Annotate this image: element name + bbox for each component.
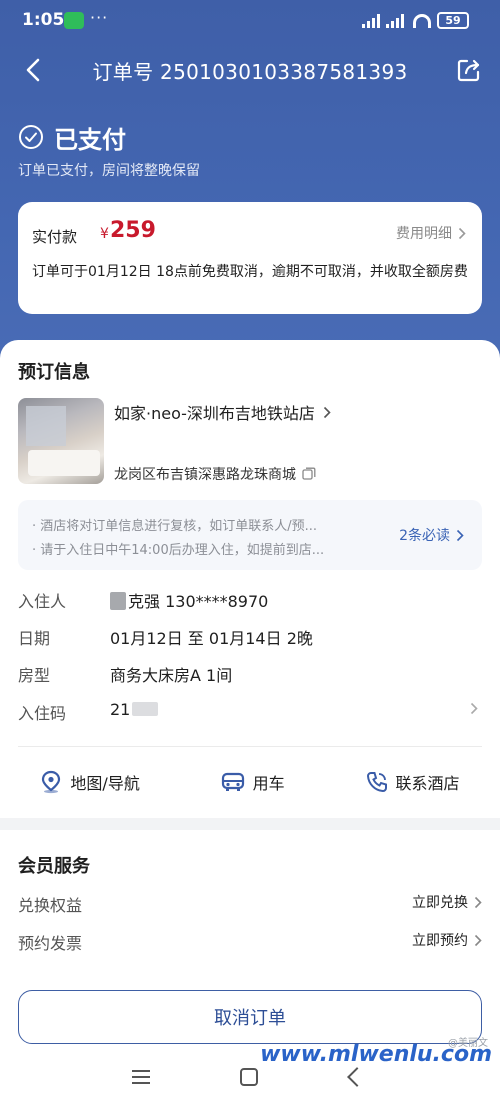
divider [18, 746, 482, 747]
checkin-code-value: 21 [110, 700, 131, 719]
invoice-row[interactable]: 预约发票 立即预约 [18, 930, 482, 954]
quick-actions: 地图/导航 用车 联系酒店 [0, 764, 500, 800]
room-type-value: 商务大床房A 1间 [110, 666, 233, 685]
nav-bar: 订单号 2501030103387581393 [0, 48, 500, 92]
chevron-right-icon [323, 406, 331, 418]
checkin-code-label: 入住码 [18, 704, 67, 723]
room-type-label: 房型 [18, 666, 51, 685]
copy-icon[interactable] [302, 467, 316, 481]
wifi-icon [413, 14, 431, 28]
room-type-row: 房型 商务大床房A 1间 [18, 662, 482, 686]
signal-icon [362, 14, 380, 28]
share-icon[interactable] [455, 56, 483, 84]
payment-card: 实付款 ¥ 259 费用明细 订单可于01月12日 18点前免费取消，逾期不可取… [18, 202, 482, 314]
page-title: 订单号 2501030103387581393 [92, 60, 408, 84]
paid-amount: 259 [110, 218, 156, 243]
section-title-member: 会员服务 [18, 856, 90, 877]
hotel-address-row[interactable]: 龙岗区布吉镇深惠路龙珠商城 [114, 464, 316, 484]
book-invoice-label: 立即预约 [412, 933, 468, 949]
notice-line: · 请于入住日中午14:00后办理入住，如提前到店... [32, 543, 325, 558]
bottom-action-bar: 取消订单 @美丽文 www.mlwenlu.com [0, 968, 500, 1094]
home-icon[interactable] [240, 1068, 258, 1086]
date-row: 日期 01月12日 至 01月14日 2晚 [18, 625, 482, 649]
booking-info-card: 预订信息 如家·neo-深圳布吉地铁站店 龙岗区布吉镇深惠路龙珠商城 · 酒店将… [0, 340, 500, 818]
recent-apps-icon[interactable] [132, 1070, 150, 1084]
status-title: 已支付 [54, 125, 126, 154]
phone-icon [366, 772, 387, 793]
map-navigation-button[interactable]: 地图/导航 [40, 770, 140, 794]
fee-detail-link[interactable]: 费用明细 [396, 223, 466, 243]
must-read-notice[interactable]: · 酒店将对订单信息进行复核，如订单联系人/预... · 请于入住日中午14:0… [18, 500, 482, 570]
guest-row: 入住人 克强 130****8970 [18, 588, 482, 612]
redacted-mark [132, 702, 159, 716]
checkin-code-row[interactable]: 入住码 21 [18, 700, 482, 724]
system-nav-bar [0, 1064, 500, 1094]
redeem-benefits-label: 兑换权益 [18, 896, 83, 915]
chevron-right-icon [458, 227, 466, 239]
must-read-more-link[interactable]: 2条必读 [399, 525, 464, 545]
hotel-name: 如家·neo-深圳布吉地铁站店 [114, 404, 315, 423]
currency-symbol: ¥ [100, 226, 109, 242]
wechat-icon [64, 12, 84, 29]
signal-icon-2 [386, 14, 404, 28]
status-time: 1:05 [22, 10, 65, 30]
redeem-now-label: 立即兑换 [412, 895, 468, 911]
section-title-booking: 预订信息 [18, 362, 90, 383]
hotel-name-link[interactable]: 如家·neo-深圳布吉地铁站店 [114, 400, 331, 424]
hotel-thumbnail[interactable] [18, 398, 104, 484]
car-service-button[interactable]: 用车 [221, 770, 285, 794]
map-navigation-label: 地图/导航 [70, 774, 140, 793]
chevron-right-icon [474, 934, 482, 946]
status-bar: 1:05 ··· 59 [0, 0, 500, 40]
check-circle-icon [19, 125, 43, 149]
chevron-right-icon [474, 896, 482, 908]
contact-hotel-label: 联系酒店 [395, 774, 460, 793]
battery-icon: 59 [437, 12, 469, 29]
fee-detail-label: 费用明细 [396, 226, 452, 242]
car-service-label: 用车 [252, 774, 285, 793]
cancel-policy-text: 订单可于01月12日 18点前免费取消，逾期不可取消，并收取全额房费 [32, 264, 468, 280]
contact-hotel-button[interactable]: 联系酒店 [366, 770, 460, 794]
system-back-icon[interactable] [347, 1067, 367, 1087]
watermark: www.mlwenlu.com [260, 1042, 492, 1067]
more-notifications-icon: ··· [90, 8, 109, 27]
redeem-benefits-row[interactable]: 兑换权益 立即兑换 [18, 892, 482, 916]
member-services-card: 会员服务 兑换权益 立即兑换 预约发票 立即预约 [0, 830, 500, 968]
paid-amount-label: 实付款 [32, 228, 78, 246]
car-icon [221, 772, 244, 791]
book-invoice-link[interactable]: 立即预约 [412, 930, 482, 950]
chevron-right-icon [456, 529, 464, 541]
status-description: 订单已支付，房间将整晚保留 [18, 163, 200, 179]
map-pin-icon [42, 770, 61, 794]
redacted-mark [110, 592, 126, 610]
invoice-label: 预约发票 [18, 934, 83, 953]
hotel-address: 龙岗区布吉镇深惠路龙珠商城 [114, 467, 296, 483]
redeem-now-link[interactable]: 立即兑换 [412, 892, 482, 912]
cancel-order-button[interactable]: 取消订单 [18, 990, 482, 1044]
order-status: 已支付 [18, 120, 126, 154]
chevron-right-icon [470, 702, 478, 715]
notice-line: · 酒店将对订单信息进行复核，如订单联系人/预... [32, 519, 318, 534]
must-read-count: 2条必读 [399, 528, 450, 544]
guest-value: 克强 130****8970 [128, 592, 269, 611]
date-label: 日期 [18, 629, 51, 648]
guest-label: 入住人 [18, 592, 67, 611]
date-value: 01月12日 至 01月14日 2晚 [110, 629, 313, 648]
